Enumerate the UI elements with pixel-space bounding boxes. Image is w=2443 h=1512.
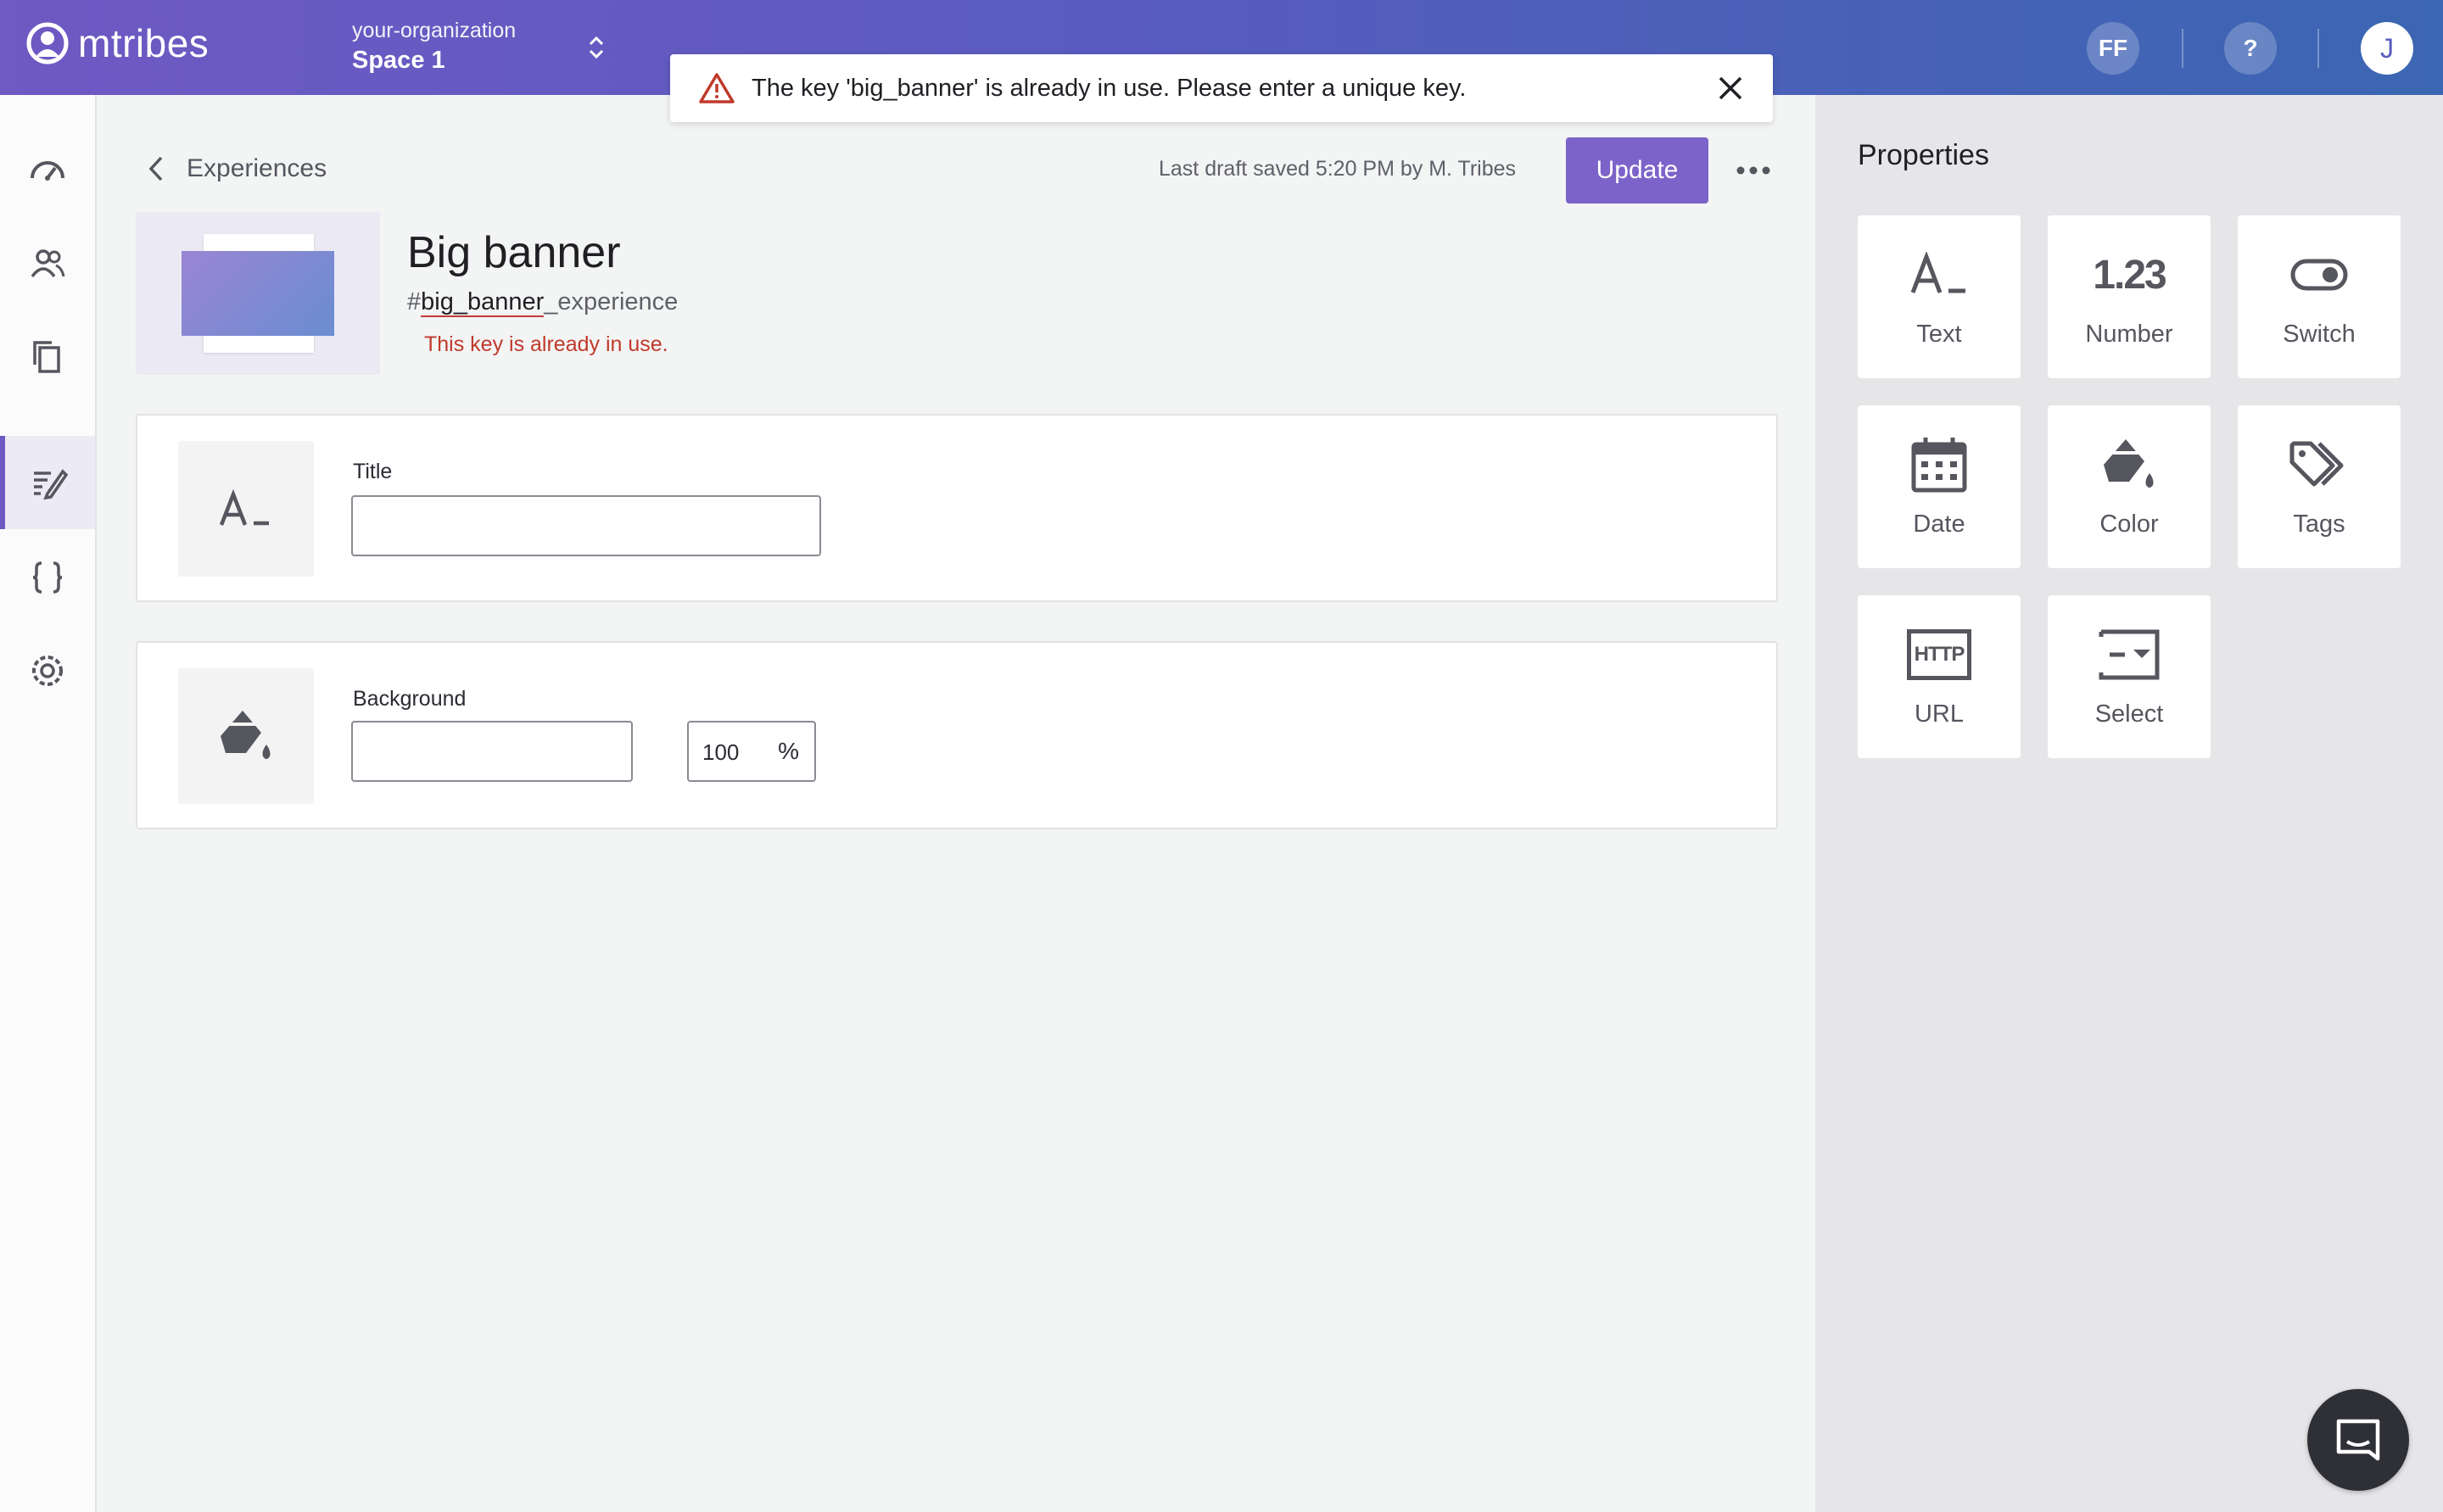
experience-key[interactable]: #big_banner_experience xyxy=(407,288,679,317)
app-name: mtribes xyxy=(78,21,210,65)
update-button[interactable]: Update xyxy=(1566,137,1708,204)
properties-panel: Properties Text 1.23 Number Switch Date … xyxy=(1815,95,2443,1512)
nav-audiences[interactable] xyxy=(0,217,95,310)
dashboard-icon xyxy=(31,161,64,181)
mtribes-logo-icon xyxy=(26,22,69,64)
select-icon xyxy=(2099,629,2160,680)
tile-label: Select xyxy=(2094,700,2164,728)
opacity-value: 100 xyxy=(702,739,740,765)
thumbnail-banner xyxy=(182,251,334,336)
property-label: Title xyxy=(353,460,393,483)
switch-icon xyxy=(2290,259,2348,291)
number-glyph: 1.23 xyxy=(2093,252,2166,298)
key-error-message: This key is already in use. xyxy=(424,332,668,356)
tile-label: Tags xyxy=(2293,511,2345,538)
paint-bucket-icon xyxy=(2104,439,2154,488)
tags-icon xyxy=(2289,441,2344,487)
header-divider xyxy=(2317,29,2319,68)
nav-dashboard[interactable] xyxy=(0,124,95,217)
user-avatar[interactable]: J xyxy=(2361,22,2413,75)
http-icon: HTTP xyxy=(1907,629,1971,680)
text-icon xyxy=(1910,252,1965,293)
settings-icon xyxy=(32,656,63,686)
back-label: Experiences xyxy=(187,154,327,182)
left-nav xyxy=(0,95,97,1512)
more-options-icon[interactable] xyxy=(1736,159,1771,181)
space-name: Space 1 xyxy=(352,47,445,74)
property-icon-box xyxy=(178,668,314,804)
experiences-icon xyxy=(34,469,69,500)
chevron-up-down-icon[interactable] xyxy=(584,32,609,63)
text-icon xyxy=(219,488,269,526)
key-main: big_banner xyxy=(421,288,545,317)
property-tile-text[interactable]: Text xyxy=(1858,215,2021,378)
tile-label: Date xyxy=(1913,511,1965,538)
property-tile-tags[interactable]: Tags xyxy=(2238,405,2401,568)
code-icon xyxy=(32,561,63,594)
tile-label: Text xyxy=(1916,321,1962,348)
help-button[interactable]: ? xyxy=(2224,22,2277,75)
tile-label: Switch xyxy=(2283,321,2356,348)
property-tile-url[interactable]: HTTP URL xyxy=(1858,595,2021,758)
color-input[interactable] xyxy=(351,721,633,782)
tile-label: URL xyxy=(1914,700,1964,728)
number-icon: 1.23 xyxy=(2093,248,2166,302)
nav-settings[interactable] xyxy=(0,624,95,717)
people-icon xyxy=(31,249,65,278)
copy-icon xyxy=(33,341,60,373)
tile-label: Color xyxy=(2099,511,2159,538)
nav-collections[interactable] xyxy=(0,310,95,404)
nav-experiences[interactable] xyxy=(0,436,95,529)
property-label: Background xyxy=(353,687,467,711)
key-suffix: _experience xyxy=(544,288,679,315)
property-tile-number[interactable]: 1.23 Number xyxy=(2048,215,2211,378)
experience-thumbnail[interactable] xyxy=(136,212,380,375)
last-saved-text: Last draft saved 5:20 PM by M. Tribes xyxy=(1159,157,1517,181)
calendar-icon xyxy=(1911,438,1967,493)
opacity-input[interactable]: 100 % xyxy=(687,721,816,782)
property-icon-box xyxy=(178,441,314,577)
property-tile-color[interactable]: Color xyxy=(2048,405,2211,568)
title-input[interactable] xyxy=(351,495,821,556)
feature-flags-button[interactable]: FF xyxy=(2087,22,2139,75)
http-glyph: HTTP xyxy=(1914,643,1965,666)
header-divider xyxy=(2182,29,2183,68)
chevron-left-icon xyxy=(148,156,163,181)
chat-icon xyxy=(2336,1419,2380,1461)
logo[interactable]: mtribes xyxy=(25,20,209,66)
paint-bucket-icon xyxy=(221,711,271,759)
opacity-unit: % xyxy=(778,738,799,764)
back-link[interactable]: Experiences xyxy=(144,154,327,183)
chat-launcher[interactable] xyxy=(2307,1389,2409,1491)
panel-title: Properties xyxy=(1858,139,1989,171)
experience-title[interactable]: Big banner xyxy=(407,227,621,278)
tile-label: Number xyxy=(2085,321,2173,348)
property-tile-date[interactable]: Date xyxy=(1858,405,2021,568)
org-name: your-organization xyxy=(352,19,517,42)
property-tile-switch[interactable]: Switch xyxy=(2238,215,2401,378)
main-content: Experiences Last draft saved 5:20 PM by … xyxy=(97,95,1815,1512)
property-tile-select[interactable]: Select xyxy=(2048,595,2211,758)
property-card-title: Title xyxy=(136,414,1778,602)
org-switcher[interactable]: your-organization Space 1 xyxy=(352,19,516,75)
property-card-background: Background 100 % xyxy=(136,641,1778,829)
key-hash: # xyxy=(407,288,422,315)
nav-developers[interactable] xyxy=(0,531,95,624)
